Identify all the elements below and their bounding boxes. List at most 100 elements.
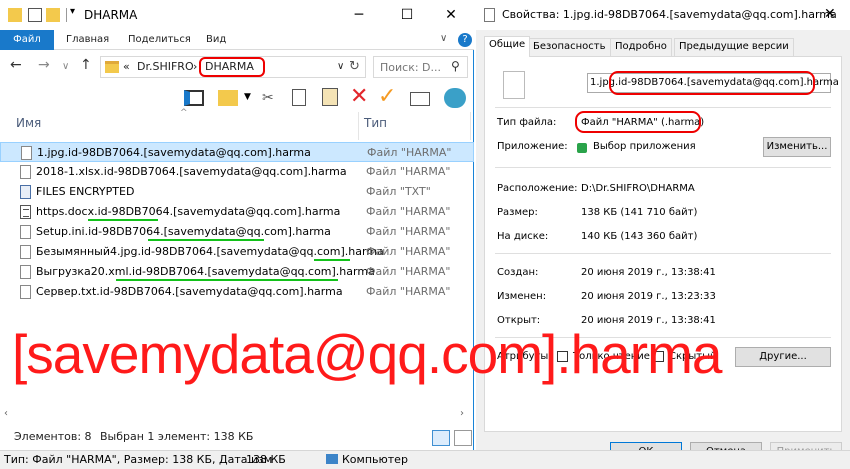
location-label: Расположение: bbox=[497, 183, 578, 194]
disk-size-label: На диске: bbox=[497, 231, 549, 242]
scroll-left-icon[interactable]: ‹ bbox=[4, 408, 8, 419]
file-type: Файл "HARMA" bbox=[367, 146, 452, 159]
scroll-right-icon[interactable]: › bbox=[460, 408, 464, 419]
file-row[interactable]: 1.jpg.id-98DB7064.[savemydata@qq.com].ha… bbox=[0, 142, 474, 162]
details-status-bar: Тип: Файл "HARMA", Размер: 138 КБ, Дата … bbox=[0, 450, 850, 469]
file-row[interactable]: 2018-1.xlsx.id-98DB7064.[savemydata@qq.c… bbox=[0, 162, 474, 182]
new-folder-quick-icon[interactable] bbox=[46, 8, 60, 22]
explorer-window: ▾ DHARMA ─ ☐ ✕ Файл Главная Поделиться В… bbox=[0, 0, 474, 469]
close-icon[interactable]: ✕ bbox=[824, 6, 836, 22]
column-divider[interactable] bbox=[470, 112, 471, 140]
tab-general[interactable]: Общие bbox=[484, 36, 531, 57]
folder-icon bbox=[105, 61, 119, 73]
ribbon-tab-file[interactable]: Файл bbox=[0, 30, 54, 50]
tab-previous-versions[interactable]: Предыдущие версии bbox=[674, 38, 794, 56]
file-name: 1.jpg.id-98DB7064.[savemydata@qq.com].ha… bbox=[37, 146, 311, 159]
green-underline bbox=[116, 279, 338, 281]
search-input[interactable]: Поиск: D... ⚲ bbox=[373, 56, 468, 78]
red-highlight-oval bbox=[199, 57, 265, 77]
document-icon bbox=[484, 8, 495, 22]
file-icon bbox=[20, 245, 31, 259]
close-button[interactable]: ✕ bbox=[428, 0, 474, 30]
delete-icon[interactable]: ✕ bbox=[350, 84, 368, 109]
back-arrow-icon[interactable]: ← bbox=[10, 57, 22, 73]
file-name: Выгрузка20.xml.id-98DB7064.[savemydata@q… bbox=[36, 265, 375, 278]
column-divider[interactable] bbox=[358, 112, 359, 140]
shell-app-icon[interactable] bbox=[444, 88, 466, 108]
breadcrumb-dr-shifro[interactable]: Dr.SHIFRO bbox=[137, 60, 194, 73]
sort-ascending-icon: ^ bbox=[180, 108, 188, 118]
explorer-titlebar: ▾ DHARMA ─ ☐ ✕ bbox=[0, 0, 474, 30]
minimize-button[interactable]: ─ bbox=[336, 0, 382, 30]
file-icon bbox=[20, 285, 31, 299]
file-type-icon bbox=[503, 71, 525, 99]
red-highlight-oval bbox=[575, 111, 701, 133]
file-row[interactable]: Сервер.txt.id-98DB7064.[savemydata@qq.co… bbox=[0, 282, 474, 302]
file-name: https.docx.id-98DB7064.[savemydata@qq.co… bbox=[36, 205, 341, 218]
dialog-title: Свойства: 1.jpg.id-98DB7064.[savemydata@… bbox=[502, 8, 837, 21]
breadcrumb-chevron-icon[interactable]: › bbox=[193, 60, 197, 73]
file-type: Файл "HARMA" bbox=[366, 165, 451, 178]
file-row[interactable]: Безымянный4.jpg.id-98DB7064.[savemydata@… bbox=[0, 242, 474, 262]
properties-icon[interactable] bbox=[410, 92, 430, 106]
ribbon-tab-view[interactable]: Вид bbox=[206, 34, 226, 45]
file-type-label: Тип файла: bbox=[497, 117, 557, 128]
column-header-name[interactable]: Имя bbox=[16, 116, 41, 130]
up-arrow-icon[interactable]: ↑ bbox=[80, 57, 92, 73]
file-name: 2018-1.xlsx.id-98DB7064.[savemydata@qq.c… bbox=[36, 165, 347, 178]
address-bar-row: ← → ∨ ↑ « Dr.SHIFRO › DHARMA ∨ ↻ Поиск: … bbox=[0, 52, 474, 82]
tab-security[interactable]: Безопасность bbox=[528, 38, 611, 56]
file-row[interactable]: FILES ENCRYPTED Файл "TXT" bbox=[0, 182, 474, 202]
ribbon-tab-home[interactable]: Главная bbox=[66, 34, 109, 45]
file-name: Безымянный4.jpg.id-98DB7064.[savemydata@… bbox=[36, 245, 384, 258]
change-button[interactable]: Изменить... bbox=[763, 137, 831, 157]
cut-icon[interactable]: ✂ bbox=[262, 90, 274, 106]
copy-icon[interactable] bbox=[292, 89, 306, 106]
preview-pane-icon[interactable] bbox=[184, 90, 204, 106]
file-icon bbox=[20, 265, 31, 279]
paste-icon[interactable] bbox=[322, 88, 338, 106]
divider bbox=[66, 8, 67, 22]
quick-access-dropdown-icon[interactable]: ▾ bbox=[70, 6, 75, 17]
computer-label: Компьютер bbox=[342, 453, 408, 466]
modified-value: 20 июня 2019 г., 13:23:33 bbox=[581, 291, 716, 302]
divider bbox=[495, 107, 831, 108]
properties-quick-icon[interactable] bbox=[28, 8, 42, 22]
file-row[interactable]: Setup.ini.id-98DB7064.[savemydata@qq.com… bbox=[0, 222, 474, 242]
recent-dropdown-icon[interactable]: ∨ bbox=[62, 61, 69, 72]
details-view-icon[interactable] bbox=[432, 430, 450, 446]
address-field[interactable]: « Dr.SHIFRO › DHARMA ∨ ↻ bbox=[100, 56, 366, 78]
tab-details[interactable]: Подробно bbox=[610, 38, 672, 56]
ribbon-expand-icon[interactable]: ∨ bbox=[440, 33, 447, 44]
new-folder-icon[interactable] bbox=[218, 90, 238, 106]
file-row[interactable]: https.docx.id-98DB7064.[savemydata@qq.co… bbox=[0, 202, 474, 222]
address-dropdown-icon[interactable]: ∨ bbox=[337, 61, 344, 72]
divider bbox=[495, 167, 831, 168]
file-icon bbox=[20, 205, 31, 219]
created-label: Создан: bbox=[497, 267, 539, 278]
file-type: Файл "HARMA" bbox=[366, 245, 451, 258]
other-attributes-button[interactable]: Другие... bbox=[735, 347, 831, 367]
red-highlight-oval bbox=[609, 71, 815, 95]
dropdown-icon[interactable]: ▼ bbox=[244, 92, 251, 102]
green-underline bbox=[148, 239, 264, 241]
size-label: Размер: bbox=[497, 207, 538, 218]
selection-info: Выбран 1 элемент: 138 КБ bbox=[100, 430, 254, 443]
breadcrumb-overflow[interactable]: « bbox=[123, 60, 130, 73]
column-header-type[interactable]: Тип bbox=[364, 116, 387, 130]
ribbon-tabs: Файл Главная Поделиться Вид ∨ ? bbox=[0, 30, 474, 50]
large-icons-view-icon[interactable] bbox=[454, 430, 472, 446]
status-bar: Элементов: 8 Выбран 1 элемент: 138 КБ bbox=[0, 424, 474, 448]
rename-check-icon[interactable]: ✓ bbox=[378, 84, 396, 109]
file-icon bbox=[21, 146, 32, 160]
file-type: Файл "HARMA" bbox=[366, 225, 451, 238]
maximize-button[interactable]: ☐ bbox=[384, 0, 430, 30]
refresh-icon[interactable]: ↻ bbox=[349, 59, 360, 74]
file-row[interactable]: Выгрузка20.xml.id-98DB7064.[savemydata@q… bbox=[0, 262, 474, 282]
green-underline bbox=[314, 259, 350, 261]
horizontal-scrollbar[interactable]: ‹ › bbox=[0, 408, 474, 422]
window-title: DHARMA bbox=[84, 8, 138, 22]
forward-arrow-icon[interactable]: → bbox=[38, 57, 50, 73]
ribbon-tab-share[interactable]: Поделиться bbox=[128, 34, 191, 45]
help-icon[interactable]: ? bbox=[458, 33, 472, 47]
